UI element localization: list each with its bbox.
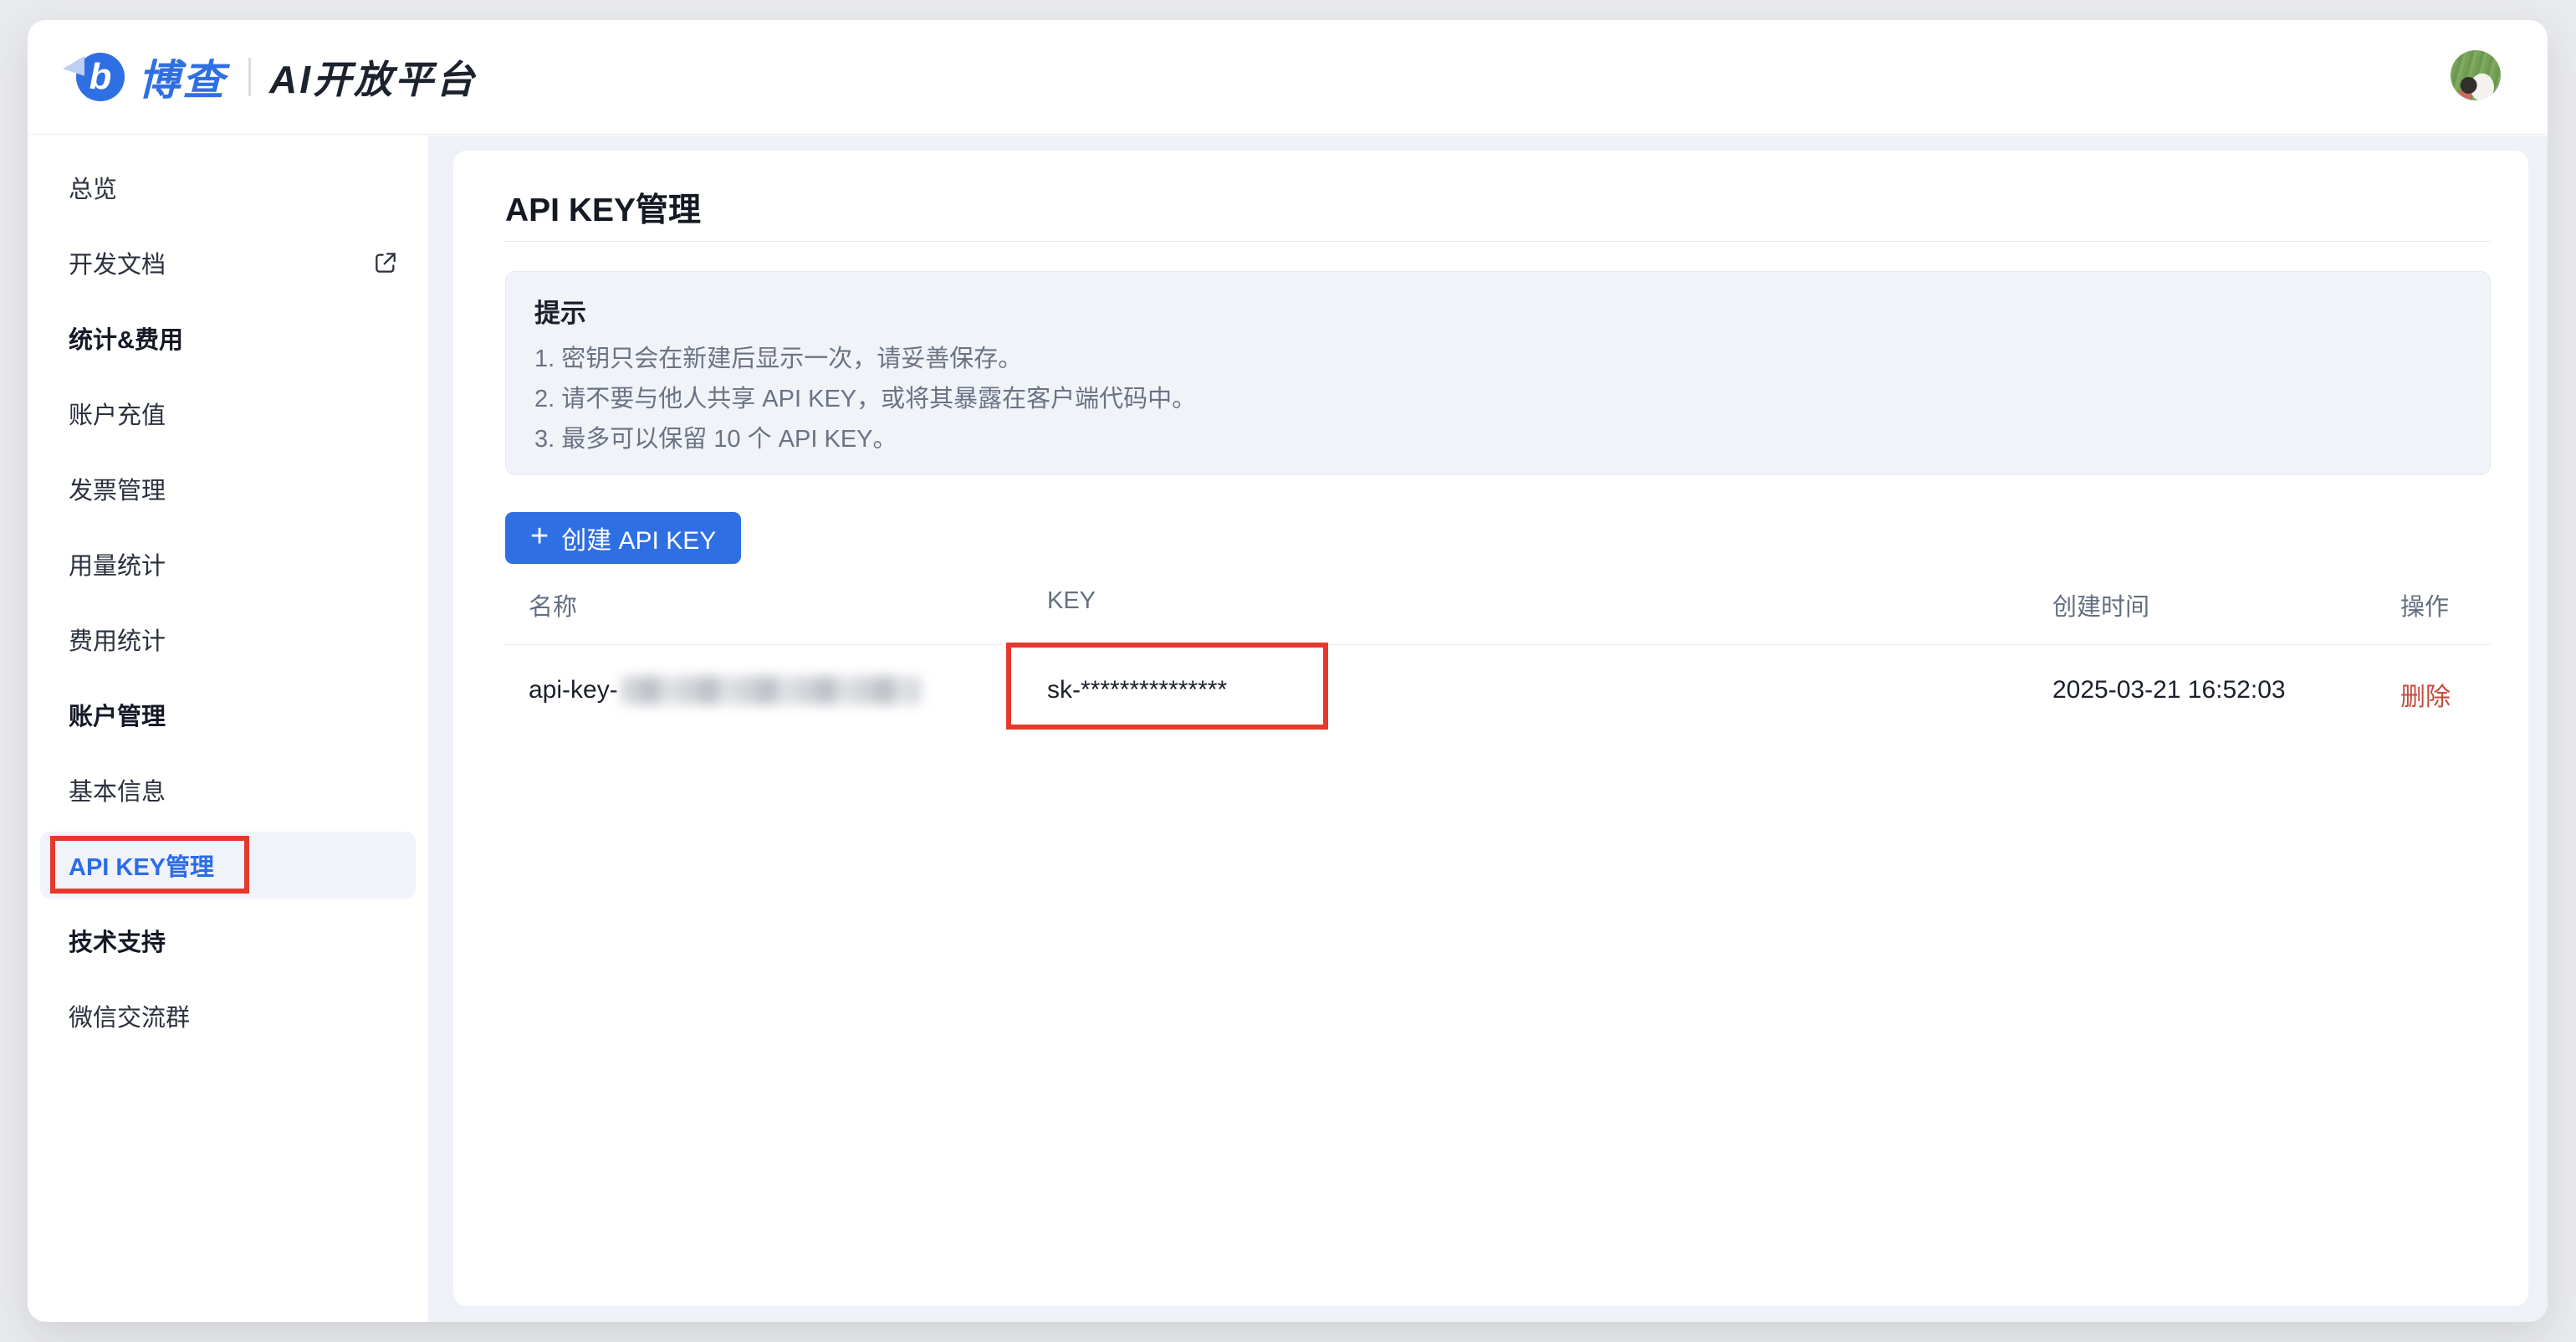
user-avatar[interactable] bbox=[2451, 50, 2501, 100]
api-key-name-prefix: api-key- bbox=[529, 676, 618, 704]
tips-line-2: 2. 请不要与他人共享 API KEY，或将其暴露在客户端代码中。 bbox=[534, 379, 2461, 419]
title-divider bbox=[505, 241, 2491, 242]
create-api-key-button[interactable]: + 创建 API KEY bbox=[505, 512, 741, 564]
sidebar-item-dev-docs[interactable]: 开发文档 bbox=[28, 225, 428, 300]
bocha-logo-icon: b bbox=[76, 53, 125, 101]
sidebar-item-basic-info[interactable]: 基本信息 bbox=[28, 752, 428, 827]
sidebar-section-label: 账户管理 bbox=[69, 697, 166, 732]
table-header-action: 操作 bbox=[2400, 587, 2449, 622]
tips-box: 提示 1. 密钥只会在新建后显示一次，请妥善保存。 2. 请不要与他人共享 AP… bbox=[505, 271, 2491, 475]
sidebar-item-api-key-management[interactable]: API KEY管理 bbox=[28, 827, 428, 903]
sidebar-item-label: API KEY管理 bbox=[69, 848, 214, 883]
create-api-key-label: 创建 API KEY bbox=[561, 520, 716, 556]
sidebar: 总览 开发文档 统计&费用 账户充值 发票管理 用量统计 费用统计 bbox=[28, 136, 428, 1322]
sidebar-item-overview[interactable]: 总览 bbox=[28, 150, 428, 225]
sidebar-section-account-management: 账户管理 bbox=[28, 677, 428, 752]
brand-logo[interactable]: b 博查 AI开放平台 bbox=[76, 20, 477, 134]
plus-icon: + bbox=[530, 520, 549, 552]
sidebar-item-label: 费用统计 bbox=[69, 622, 166, 657]
tips-line-1: 1. 密钥只会在新建后显示一次，请妥善保存。 bbox=[534, 339, 2461, 379]
delete-api-key-button[interactable]: 删除 bbox=[2400, 676, 2451, 713]
page-title: API KEY管理 bbox=[505, 184, 701, 231]
brand-name: 博查 bbox=[138, 47, 227, 107]
table-divider bbox=[505, 644, 2491, 645]
table-header-created: 创建时间 bbox=[2052, 587, 2149, 622]
api-key-management-panel: API KEY管理 提示 1. 密钥只会在新建后显示一次，请妥善保存。 2. 请… bbox=[453, 151, 2528, 1306]
sidebar-item-account-recharge[interactable]: 账户充值 bbox=[28, 376, 428, 451]
sidebar-item-label: 账户充值 bbox=[69, 396, 166, 431]
platform-title: AI开放平台 bbox=[269, 49, 477, 105]
sidebar-item-label: 基本信息 bbox=[69, 772, 166, 807]
sidebar-item-label: 开发文档 bbox=[69, 245, 166, 280]
sidebar-item-label: 用量统计 bbox=[69, 546, 166, 581]
logo-divider bbox=[248, 58, 251, 96]
sidebar-section-label: 统计&费用 bbox=[69, 320, 183, 356]
external-link-icon bbox=[372, 249, 399, 276]
sidebar-item-label: 微信交流群 bbox=[69, 998, 190, 1033]
sidebar-item-label: 发票管理 bbox=[69, 471, 166, 506]
tips-title: 提示 bbox=[534, 295, 2461, 332]
sidebar-item-cost-stats[interactable]: 费用统计 bbox=[28, 602, 428, 677]
sidebar-section-tech-support: 技术支持 bbox=[28, 903, 428, 978]
app-window: b 博查 AI开放平台 总览 开发文档 统计&费用 bbox=[28, 20, 2548, 1322]
tips-line-3: 3. 最多可以保留 10 个 API KEY。 bbox=[534, 419, 2461, 459]
table-header-name: 名称 bbox=[529, 587, 577, 622]
redacted-name-blur bbox=[621, 676, 921, 704]
sidebar-section-stats-fees: 统计&费用 bbox=[28, 300, 428, 376]
api-key-name-cell: api-key- bbox=[529, 676, 921, 704]
sidebar-item-wechat-group[interactable]: 微信交流群 bbox=[28, 978, 428, 1053]
api-key-created-time: 2025-03-21 16:52:03 bbox=[2052, 676, 2286, 704]
api-key-masked-value: sk-*************** bbox=[1047, 676, 1227, 704]
top-header: b 博查 AI开放平台 bbox=[28, 20, 2548, 135]
sidebar-item-usage-stats[interactable]: 用量统计 bbox=[28, 526, 428, 602]
table-header-key: KEY bbox=[1047, 587, 1096, 615]
sidebar-section-label: 技术支持 bbox=[69, 923, 166, 958]
sidebar-item-invoice-management[interactable]: 发票管理 bbox=[28, 451, 428, 526]
sidebar-item-label: 总览 bbox=[69, 170, 117, 205]
